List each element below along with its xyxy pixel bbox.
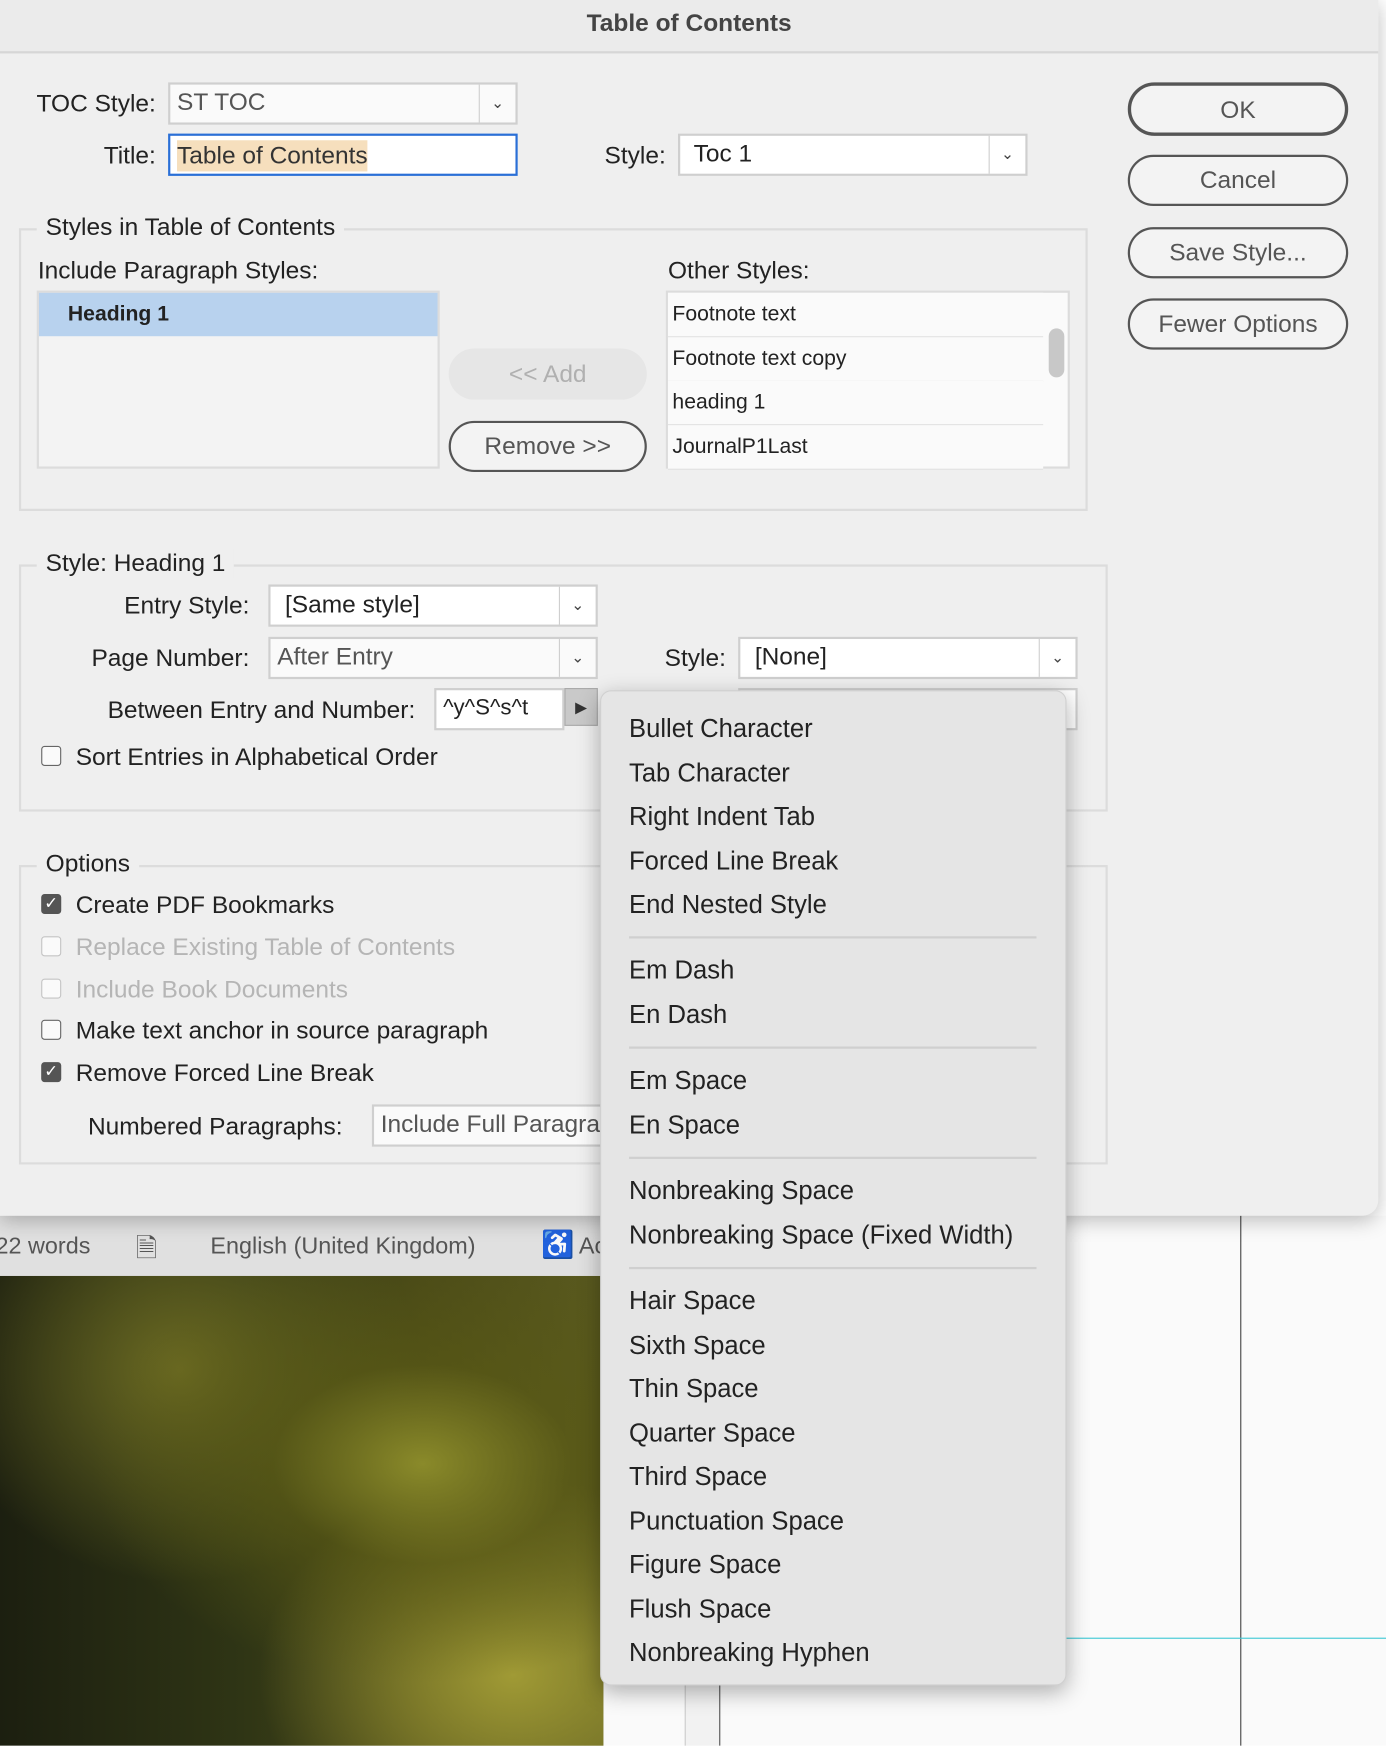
menu-separator [629,1156,1037,1159]
page-edge [1240,1215,1242,1746]
title-label: Title: [103,141,156,170]
menu-item-tab-character[interactable]: Tab Character [629,758,790,788]
list-item[interactable]: heading 1 [667,380,1044,426]
page-number-style-select[interactable]: [None] ⌄ [738,636,1078,680]
dialog-title: Table of Contents [0,0,1379,54]
accessibility-icon[interactable]: ♿ [541,1229,574,1261]
other-styles-label: Other Styles: [667,256,810,284]
toc-style-select[interactable]: ST TOC ⌄ [168,82,518,125]
text-anchor-label: Make text anchor in source paragraph [75,1016,489,1045]
menu-item-figure-space[interactable]: Figure Space [629,1550,781,1580]
replace-toc-checkbox [41,936,62,957]
menu-item-hair-space[interactable]: Hair Space [629,1286,756,1316]
text-anchor-checkbox[interactable] [41,1019,62,1040]
menu-separator [629,1046,1037,1049]
save-style-button[interactable]: Save Style... [1127,227,1349,279]
styles-group-legend: Styles in Table of Contents [36,212,345,242]
add-button[interactable]: << Add [448,348,647,400]
menu-item-flush-space[interactable]: Flush Space [629,1594,771,1624]
menu-item-nonbreaking-space-fixed[interactable]: Nonbreaking Space (Fixed Width) [629,1220,1013,1250]
sort-label: Sort Entries in Alphabetical Order [75,742,438,771]
ok-button[interactable]: OK [1127,82,1349,136]
guide-line [1064,1637,1386,1639]
list-item[interactable]: Footnote text copy [667,337,1044,382]
list-item[interactable]: JournalP1Last [667,425,1044,470]
menu-item-en-space[interactable]: En Space [629,1110,740,1140]
menu-item-em-space[interactable]: Em Space [629,1065,747,1095]
toc-style-label: TOC Style: [36,89,156,117]
include-styles-label: Include Paragraph Styles: [37,256,319,284]
entry-style-label: Entry Style: [124,591,250,619]
other-styles-list[interactable]: Footnote text Footnote text copy heading… [665,290,1070,470]
create-pdf-bookmarks-label: Create PDF Bookmarks [75,890,335,919]
remove-forced-line-break-label: Remove Forced Line Break [75,1058,374,1087]
between-entry-input[interactable]: ^y^S^s^t [434,688,565,731]
menu-item-forced-line-break[interactable]: Forced Line Break [629,846,838,876]
title-style-select[interactable]: Toc 1 ⌄ [677,133,1028,176]
title-value: Table of Contents [177,140,368,172]
title-style-value: Toc 1 [693,139,753,167]
included-styles-list[interactable]: Heading 1 [36,290,440,469]
menu-item-nonbreaking-space[interactable]: Nonbreaking Space [629,1176,854,1206]
language[interactable]: English (United Kingdom) [210,1234,475,1261]
page-number-style-value: [None] [754,642,827,671]
fewer-options-button[interactable]: Fewer Options [1127,298,1349,350]
style-label: Style: [604,141,666,170]
special-chars-menu-button[interactable]: ▶ [564,688,598,726]
page-number-style-label: Style: [664,643,726,672]
replace-toc-label: Replace Existing Table of Contents [75,932,456,961]
between-entry-label: Between Entry and Number: [107,695,416,724]
page-number-value: After Entry [277,642,393,671]
menu-item-sixth-space[interactable]: Sixth Space [629,1330,766,1360]
sort-checkbox[interactable] [41,745,62,766]
menu-item-right-indent-tab[interactable]: Right Indent Tab [629,802,815,832]
list-item[interactable]: Footnote text [667,292,1044,338]
chevron-down-icon: ⌄ [988,135,1026,174]
page-number-label: Page Number: [91,643,250,672]
create-pdf-bookmarks-checkbox[interactable]: ✓ [41,893,62,915]
remove-button[interactable]: Remove >> [448,420,647,473]
toc-style-value: ST TOC [177,87,266,116]
title-input[interactable]: Table of Contents [168,133,518,176]
cancel-button[interactable]: Cancel [1127,154,1349,206]
entry-style-select[interactable]: [Same style] ⌄ [268,584,598,627]
word-count: 22 words [0,1233,91,1260]
menu-item-bullet-character[interactable]: Bullet Character [629,714,813,744]
chevron-down-icon: ⌄ [558,639,596,677]
list-item[interactable]: Heading 1 [38,292,438,337]
menu-item-nonbreaking-hyphen[interactable]: Nonbreaking Hyphen [629,1638,870,1668]
numbered-paragraphs-label: Numbered Paragraphs: [87,1112,343,1141]
forest-image [0,1275,604,1746]
page-number-select[interactable]: After Entry ⌄ [268,636,598,680]
remove-forced-line-break-checkbox[interactable]: ✓ [41,1062,62,1083]
menu-separator [629,936,1037,939]
special-characters-menu: Bullet Character Tab Character Right Ind… [600,690,1067,1686]
options-legend: Options [36,849,139,879]
entry-style-group-legend: Style: Heading 1 [36,548,235,578]
chevron-down-icon: ⌄ [478,84,516,123]
scrollbar-thumb[interactable] [1048,328,1065,378]
menu-item-punctuation-space[interactable]: Punctuation Space [629,1506,844,1536]
include-book-label: Include Book Documents [75,975,348,1004]
menu-item-quarter-space[interactable]: Quarter Space [629,1418,796,1448]
preflight-icon[interactable]: 🗎 [136,1229,157,1275]
chevron-down-icon: ⌄ [1038,639,1076,677]
menu-separator [629,1266,1037,1270]
menu-item-en-dash[interactable]: En Dash [629,1000,727,1030]
chevron-down-icon: ⌄ [558,586,596,625]
status-bar: 22 words 🗎 English (United Kingdom) ♿ Ac [0,1215,606,1276]
menu-item-em-dash[interactable]: Em Dash [629,955,734,985]
entry-style-value: [Same style] [285,590,420,618]
menu-item-thin-space[interactable]: Thin Space [629,1374,759,1404]
include-book-checkbox [41,978,62,999]
menu-item-third-space[interactable]: Third Space [629,1462,767,1492]
menu-item-end-nested-style[interactable]: End Nested Style [629,890,827,920]
